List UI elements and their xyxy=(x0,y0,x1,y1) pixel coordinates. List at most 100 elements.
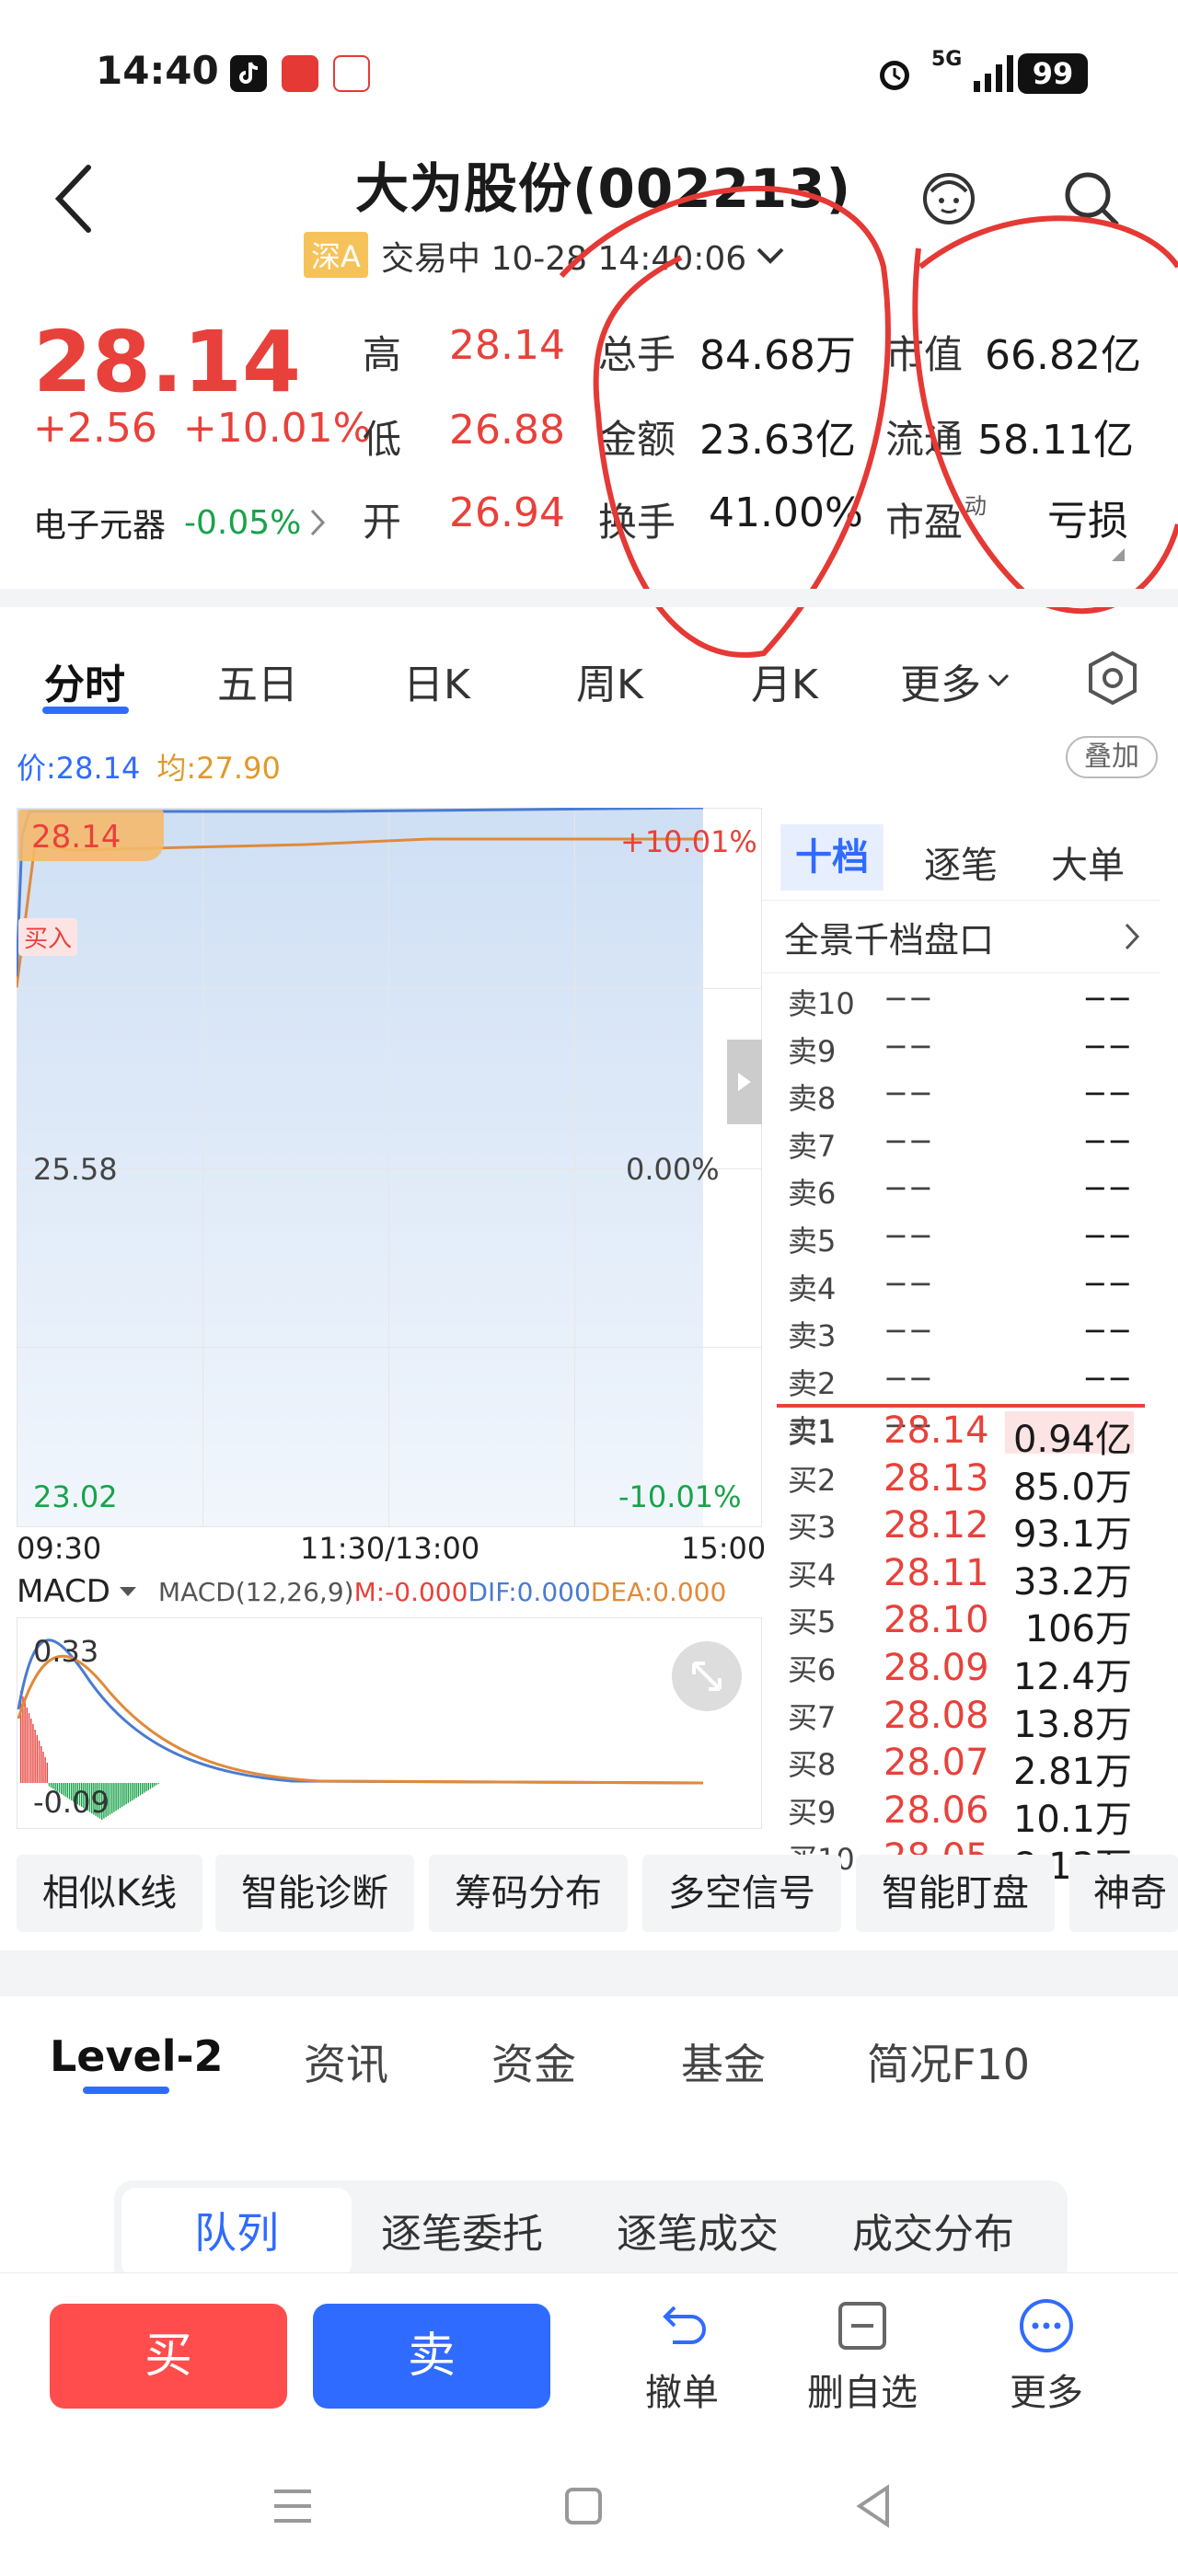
macd-bar xyxy=(36,1735,38,1783)
sector-change: -0.05% xyxy=(184,503,302,542)
bid-level-row[interactable]: 买7 28.08 13.8万 xyxy=(788,1695,1156,1746)
tab-weekly-k[interactable]: 周K xyxy=(576,651,643,710)
macd-bar xyxy=(123,1783,125,1806)
back-nav-icon[interactable] xyxy=(847,2478,902,2534)
tool-smart-diagnosis[interactable]: 智能诊断 xyxy=(215,1855,414,1932)
buy-button[interactable]: 买 xyxy=(50,2304,287,2409)
macd-bar xyxy=(145,1783,147,1792)
play-right-icon xyxy=(738,1073,751,1091)
ask-level-row[interactable]: 卖4 −− −− xyxy=(788,1266,1156,1308)
macd-bar xyxy=(121,1783,123,1807)
back-button[interactable] xyxy=(53,162,94,236)
bid-level-row[interactable]: 买9 28.06 10.1万 xyxy=(788,1789,1156,1841)
tool-smart-watch[interactable]: 智能盯盘 xyxy=(856,1855,1055,1932)
macd-dif: DIF:0.000 xyxy=(468,1576,591,1607)
fullscreen-button[interactable] xyxy=(672,1641,742,1711)
change-value: +2.56 xyxy=(33,405,157,452)
bid-level-row[interactable]: 买5 28.10 106万 xyxy=(788,1599,1156,1650)
macd-bar xyxy=(113,1783,115,1812)
macd-bar xyxy=(142,1783,144,1794)
qtab-trade-distribution[interactable]: 成交分布 xyxy=(852,2201,1014,2260)
tab-intraday[interactable]: 分时 xyxy=(44,651,125,710)
tool-similar-k[interactable]: 相似K线 xyxy=(17,1855,202,1932)
overlay-button[interactable]: 叠加 xyxy=(1066,736,1158,778)
level-name: 卖4 xyxy=(788,1271,837,1306)
level-price: −− xyxy=(884,1218,933,1253)
y-mid-right: 0.00% xyxy=(626,1152,720,1187)
tool-bull-bear-signal[interactable]: 多空信号 xyxy=(642,1855,841,1932)
ask-level-row[interactable]: 卖5 −− −− xyxy=(788,1218,1156,1260)
level-price: 28.10 xyxy=(884,1599,989,1642)
book-tab-large[interactable]: 大单 xyxy=(1051,835,1125,889)
panorama-book-link[interactable]: 全景千档盘口 xyxy=(762,900,1160,973)
ask-level-row[interactable]: 卖2 −− −− xyxy=(788,1361,1156,1403)
current-price: 28.14 xyxy=(33,313,302,411)
qtab-order-by-order[interactable]: 逐笔委托 xyxy=(381,2201,543,2260)
tool-magic[interactable]: 神奇 xyxy=(1069,1855,1178,1932)
tab-fund-holdings[interactable]: 基金 xyxy=(681,2031,766,2092)
macd-selector[interactable]: MACD xyxy=(17,1573,138,1610)
bid-ask-divider xyxy=(777,1404,1145,1408)
level-price: −− xyxy=(884,981,933,1016)
level-volume: −− xyxy=(1082,1313,1132,1349)
macd-bar xyxy=(111,1783,113,1813)
macd-bar xyxy=(157,1783,159,1784)
expand-panel-handle[interactable] xyxy=(727,1040,762,1124)
ask-level-row[interactable]: 卖10 −− −− xyxy=(788,981,1156,1023)
macd-bar xyxy=(115,1783,117,1811)
high-label: 高 xyxy=(363,332,402,377)
more-label: 更多 xyxy=(1010,2372,1083,2414)
ask-level-row[interactable]: 卖6 −− −− xyxy=(788,1170,1156,1213)
chevron-right-icon xyxy=(311,509,326,536)
tab-funds[interactable]: 资金 xyxy=(491,2031,576,2092)
macd-bar xyxy=(132,1783,133,1800)
book-tab-ten-level[interactable]: 十档 xyxy=(780,824,884,891)
level-name: 买6 xyxy=(788,1652,837,1687)
macd-bar xyxy=(154,1783,156,1787)
bid-level-row[interactable]: 买6 28.09 12.4万 xyxy=(788,1647,1156,1698)
tab-profile-f10[interactable]: 简况F10 xyxy=(867,2031,1030,2092)
active-tab-indicator xyxy=(83,2087,169,2094)
tab-news[interactable]: 资讯 xyxy=(304,2031,388,2092)
level-volume: −− xyxy=(1082,1360,1132,1396)
ask-level-row[interactable]: 卖7 −− −− xyxy=(788,1123,1156,1166)
y-bottom-left: 23.02 xyxy=(33,1479,118,1514)
tab-level2[interactable]: Level-2 xyxy=(50,2031,224,2081)
settings-hexagon-icon[interactable] xyxy=(1084,650,1141,707)
change-percent: +10.01% xyxy=(182,405,372,452)
level-name: 买9 xyxy=(788,1794,837,1830)
level-price: 28.09 xyxy=(884,1647,989,1689)
remove-favorite-button[interactable]: 删自选 xyxy=(793,2296,931,2416)
book-tab-tick[interactable]: 逐笔 xyxy=(924,835,998,889)
home-icon[interactable] xyxy=(556,2478,611,2534)
more-button[interactable]: 更多 xyxy=(977,2296,1115,2416)
tab-five-day[interactable]: 五日 xyxy=(217,651,298,710)
menu-icon[interactable] xyxy=(265,2478,320,2534)
macd-bar xyxy=(127,1783,129,1803)
level-volume: −− xyxy=(1082,1122,1132,1158)
macd-bar xyxy=(38,1741,40,1783)
level-price: 28.11 xyxy=(884,1551,989,1594)
more-dots-icon xyxy=(1020,2299,1073,2352)
tab-daily-k[interactable]: 日K xyxy=(403,651,470,710)
qtab-queue[interactable]: 队列 xyxy=(121,2188,352,2278)
sell-button[interactable]: 卖 xyxy=(313,2304,550,2409)
qtab-trade-by-trade[interactable]: 逐笔成交 xyxy=(617,2201,779,2260)
bid-level-row[interactable]: 买3 28.12 93.1万 xyxy=(788,1504,1156,1556)
tab-monthly-k[interactable]: 月K xyxy=(751,651,818,710)
ask-level-row[interactable]: 卖9 −− −− xyxy=(788,1029,1156,1071)
macd-svg xyxy=(17,1639,704,1820)
level-price: 28.14 xyxy=(884,1409,989,1452)
ask-level-row[interactable]: 卖8 −− −− xyxy=(788,1075,1156,1118)
sector-link[interactable]: 电子元器 -0.05% xyxy=(33,499,327,546)
ask-level-row[interactable]: 卖3 −− −− xyxy=(788,1313,1156,1355)
tab-more[interactable]: 更多 xyxy=(900,651,1011,710)
bid-level-row[interactable]: 买2 28.13 85.0万 xyxy=(788,1457,1156,1509)
bid-level-row[interactable]: 买8 28.07 2.81万 xyxy=(788,1742,1156,1793)
bid-level-row[interactable]: 买1 28.14 0.94亿 xyxy=(788,1409,1156,1461)
cancel-order-button[interactable]: 撤单 xyxy=(613,2296,751,2416)
macd-bar xyxy=(129,1783,132,1802)
bid-level-row[interactable]: 买4 28.11 33.2万 xyxy=(788,1551,1156,1604)
signal-icon xyxy=(972,53,1018,98)
tool-chip-distribution[interactable]: 筹码分布 xyxy=(429,1855,628,1932)
